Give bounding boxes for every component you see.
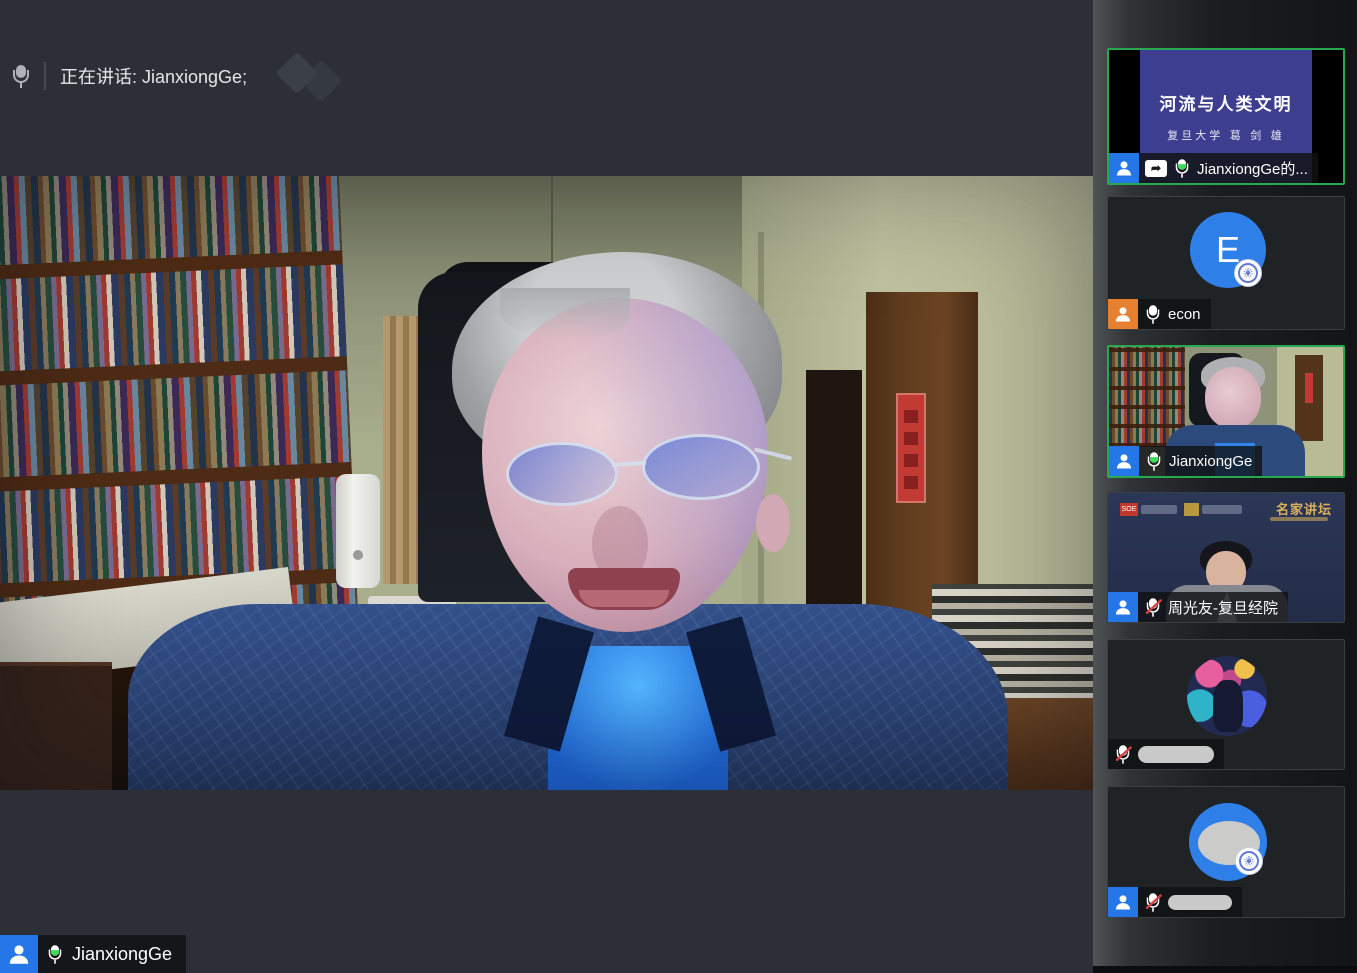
person-icon (1108, 299, 1138, 329)
divider (44, 62, 46, 90)
red-calligraphy-scroll (1305, 373, 1313, 403)
speaker-mouth (568, 568, 680, 610)
main-webcam-video[interactable] (0, 176, 1093, 790)
person-icon (1109, 153, 1139, 183)
participant-name: 周光友-复旦经院 (1168, 597, 1278, 618)
lecture-badge-icon (1184, 503, 1199, 516)
participant-tile-zhouguangyou[interactable]: SOE 名家讲坛 周光友-复旦经院 (1107, 492, 1345, 623)
mic-on-icon (1146, 305, 1160, 323)
speaking-indicator: 正在讲话: JianxiongGe; (12, 60, 247, 92)
redacted-name (1168, 895, 1232, 910)
desk-drawers (0, 662, 112, 790)
screen-share-icon: ➦ (1145, 160, 1167, 177)
participant-tile-photo-avatar[interactable] (1107, 639, 1345, 770)
participant-tile-initial-avatar[interactable] (1107, 786, 1345, 918)
participant-name: JianxiongGe的... (1197, 158, 1308, 179)
tile-label-bar: JianxiongGe (1109, 446, 1262, 476)
mic-speaking-icon (1147, 452, 1161, 470)
tile-label-bar (1108, 887, 1242, 917)
mic-muted-icon (1146, 598, 1160, 616)
seal-badge-icon (1235, 847, 1263, 875)
participant-name: JianxiongGe (1169, 453, 1252, 470)
person-icon (1108, 592, 1138, 622)
tile-label-bar: ➦ JianxiongGe的... (1109, 153, 1318, 183)
mic-muted-icon (1116, 745, 1130, 763)
redacted-name (1138, 746, 1214, 763)
speaker-face (1205, 367, 1261, 429)
speaker-name-label: JianxiongGe (72, 944, 172, 965)
tile-label-bar (1108, 739, 1224, 769)
person-icon (0, 935, 38, 973)
active-speaker-name-badge: JianxiongGe (0, 935, 186, 973)
mic-icon (12, 65, 30, 88)
avatar-photo (1187, 656, 1267, 736)
mic-muted-icon (1146, 893, 1160, 911)
air-purifier (336, 474, 380, 588)
slide-subtitle: 复旦大学 葛 剑 雄 (1167, 127, 1285, 143)
sidebar-bottom-strip (1093, 966, 1357, 973)
red-calligraphy-scroll (896, 393, 926, 503)
tile-label-bar: econ (1108, 299, 1211, 329)
glasses-lens (506, 442, 618, 506)
seal-badge-icon (1234, 259, 1262, 287)
participant-tile-econ[interactable]: E econ (1107, 196, 1345, 330)
logo-text-smudge (1202, 505, 1242, 514)
lecture-badge-icon: SOE (1120, 503, 1138, 516)
person-icon (1109, 446, 1139, 476)
participant-name: econ (1168, 306, 1201, 323)
participant-tile-screen-share[interactable]: 河流与人类文明 复旦大学 葛 剑 雄 ➦ JianxiongGe的... (1107, 48, 1345, 185)
tile-label-bar: 周光友-复旦经院 (1108, 592, 1288, 622)
lecture-subtitle-smudge (1270, 517, 1328, 521)
mic-speaking-icon (1175, 159, 1189, 177)
glasses-lens (642, 434, 760, 500)
lecture-title: 名家讲坛 (1276, 499, 1332, 518)
speaking-indicator-text: 正在讲话: JianxiongGe; (60, 63, 247, 89)
slide-title: 河流与人类文明 (1160, 90, 1293, 115)
mic-speaking-icon (48, 945, 62, 963)
speaker-ear (756, 494, 790, 552)
participants-sidebar[interactable]: 河流与人类文明 复旦大学 葛 剑 雄 ➦ JianxiongGe的... E (1093, 0, 1357, 973)
logo-text-smudge (1141, 505, 1177, 514)
participant-tile-jianxiongge[interactable]: JianxiongGe (1107, 345, 1345, 478)
person-icon (1108, 887, 1138, 917)
meeting-window: 正在讲话: JianxiongGe; (0, 0, 1357, 973)
